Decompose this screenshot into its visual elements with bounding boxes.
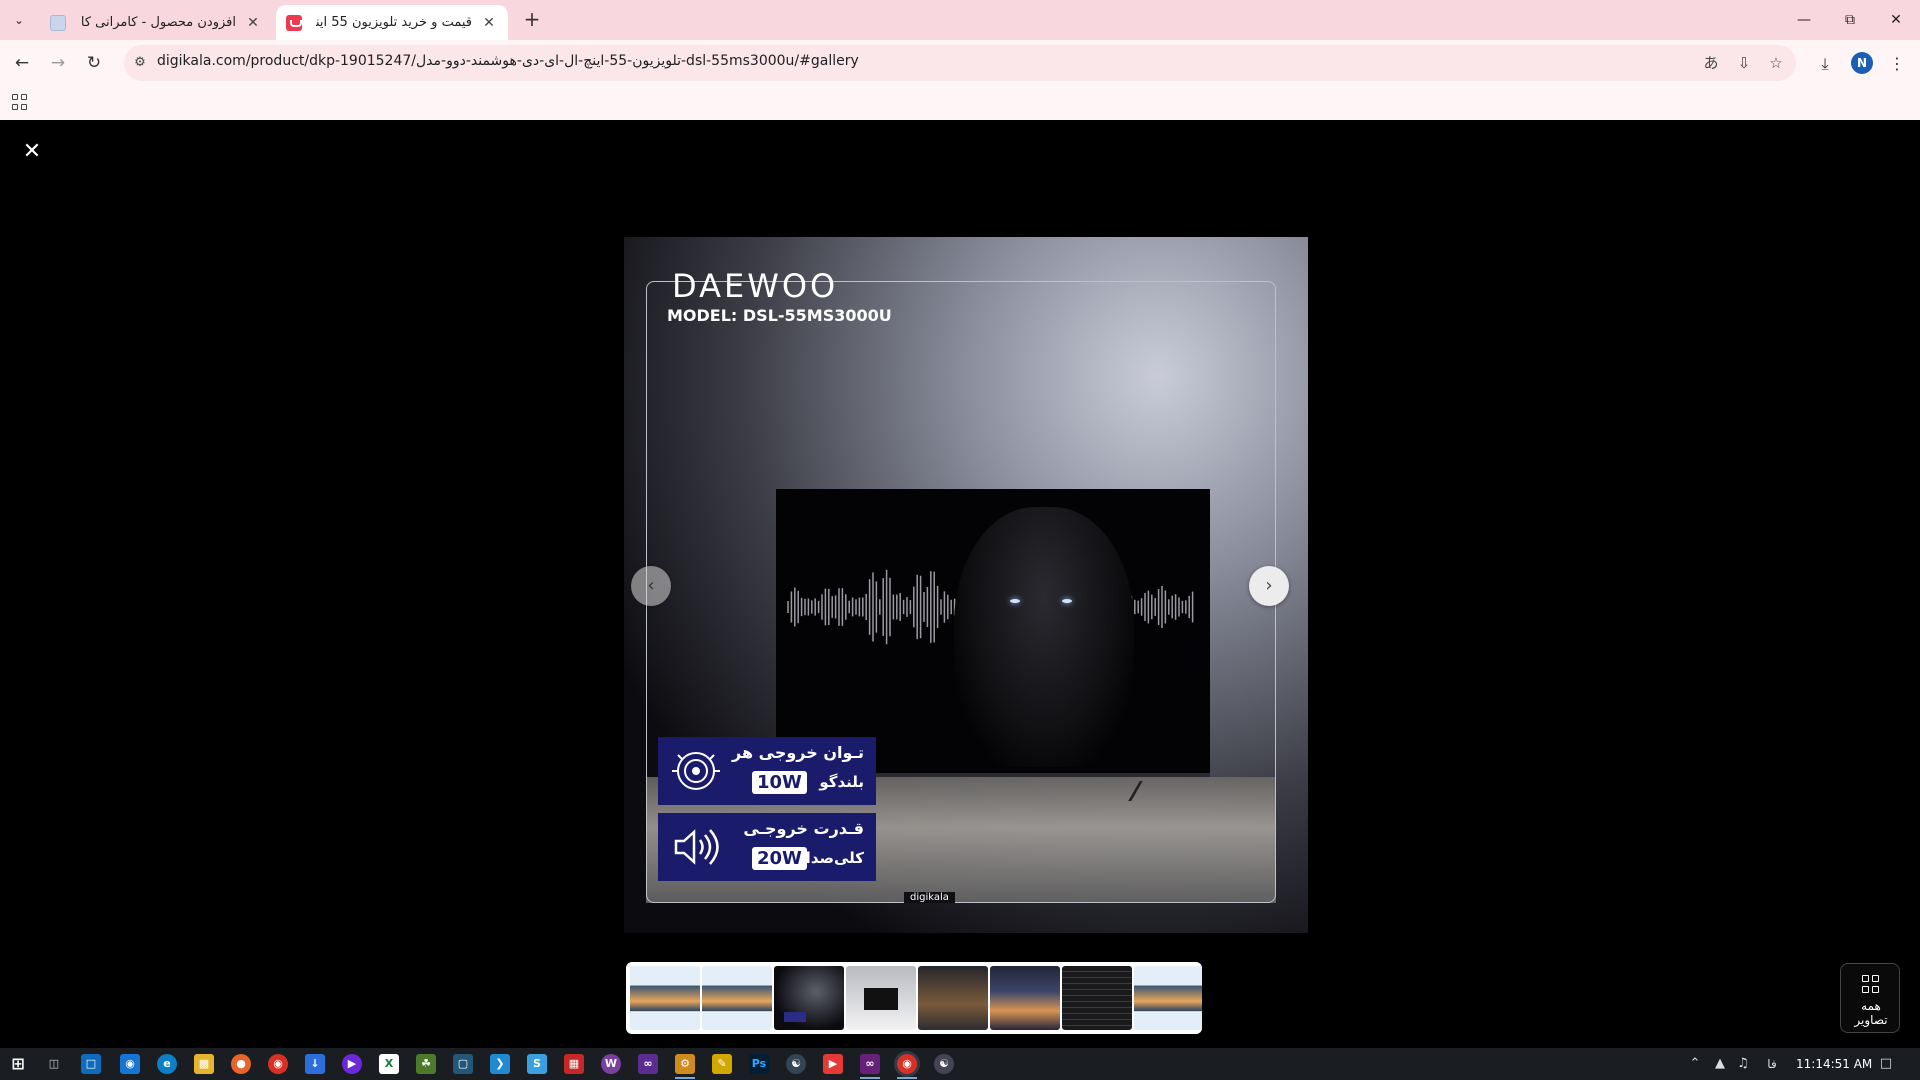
close-icon[interactable]: ✕: [20, 140, 44, 164]
next-image-button[interactable]: ›: [1249, 566, 1289, 606]
spec-speaker-power: تـوان خروجی هر بلندگو 10W: [658, 737, 876, 805]
tab-add-product[interactable]: افزودن محصول - کامرانی کالا ✕: [40, 5, 272, 40]
thumbnail-4[interactable]: [846, 966, 916, 1030]
close-icon[interactable]: ✕: [244, 14, 262, 32]
app-icon[interactable]: ✎: [712, 1054, 732, 1074]
install-app-icon[interactable]: ⇩: [1733, 52, 1755, 74]
brand-logo: DAEWOO: [672, 267, 839, 305]
minimize-button[interactable]: —: [1782, 6, 1826, 34]
app-icon[interactable]: ☯: [786, 1054, 806, 1074]
bookmarks-bar: [0, 84, 1920, 120]
close-window-button[interactable]: ✕: [1874, 6, 1918, 34]
vscode-icon[interactable]: ❯: [490, 1054, 510, 1074]
windows-start-icon[interactable]: ⊞: [8, 1054, 28, 1074]
app-icon[interactable]: S: [527, 1054, 547, 1074]
thumbnail-6[interactable]: [990, 966, 1060, 1030]
tab-search-icon[interactable]: ⌄: [6, 8, 32, 32]
thumbnail-5[interactable]: [918, 966, 988, 1030]
speaker-target-icon: [672, 752, 720, 790]
app-icon[interactable]: ☯: [934, 1054, 954, 1074]
app-icon[interactable]: ▢: [453, 1054, 473, 1074]
volume-speaker-icon: [674, 829, 719, 865]
restore-button[interactable]: ⧉: [1828, 6, 1872, 34]
digikala-watermark: digikala: [904, 892, 955, 903]
active-app-indicator: [675, 1077, 695, 1079]
bookmark-star-icon[interactable]: ☆: [1765, 52, 1787, 74]
visual-studio-icon[interactable]: ∞: [638, 1054, 658, 1074]
visual-studio-icon[interactable]: ∞: [860, 1054, 880, 1074]
menu-kebab-icon[interactable]: ⋮: [1885, 52, 1909, 76]
spec-total-sound-power: قـدرت خروجـی کلی‌صدا 20W: [658, 813, 876, 881]
thumbnail-strip: [626, 962, 1202, 1034]
spec-value: 20W: [752, 847, 807, 870]
notifications-icon[interactable]: □: [1876, 1054, 1896, 1074]
chevron-left-icon: ‹: [647, 575, 655, 596]
spec-line1: تـوان خروجی هر: [732, 743, 864, 762]
chevron-right-icon: ›: [1265, 575, 1273, 596]
thumbnail-2[interactable]: [702, 966, 772, 1030]
app-icon[interactable]: ◉: [120, 1054, 140, 1074]
download-manager-icon[interactable]: ↓: [305, 1054, 325, 1074]
spec-line2: کلی‌صدا: [805, 849, 864, 867]
reload-button[interactable]: ↻: [82, 51, 106, 75]
forward-button[interactable]: →: [46, 51, 70, 75]
chrome-icon[interactable]: ◉: [897, 1054, 917, 1074]
download-icon[interactable]: ⤓: [1813, 52, 1837, 76]
translate-icon[interactable]: あ: [1700, 52, 1722, 74]
app-icon[interactable]: ▦: [564, 1054, 584, 1074]
url-text[interactable]: digikala.com/product/dkp-19015247/تلویزی…: [157, 53, 859, 69]
thumbnail-3[interactable]: [774, 966, 844, 1030]
gallery-main-image: DAEWOO MODEL: DSL-55MS3000U تـوان خروجی …: [624, 237, 1308, 933]
all-photos-label: همه تصاویر: [1854, 999, 1888, 1027]
app-icon[interactable]: ⚙: [675, 1054, 695, 1074]
firefox-icon[interactable]: ●: [231, 1054, 251, 1074]
panther-figure: [954, 507, 1134, 767]
task-view-icon[interactable]: ◫: [44, 1054, 64, 1074]
media-player-icon[interactable]: ▶: [342, 1054, 362, 1074]
grid-icon: [1862, 975, 1880, 993]
active-app-indicator: [897, 1077, 917, 1079]
back-button[interactable]: ←: [10, 51, 34, 75]
page-favicon-icon: [50, 14, 66, 31]
chrome-icon[interactable]: ◉: [268, 1054, 288, 1074]
edge-icon[interactable]: e: [157, 1054, 177, 1074]
tab-digikala-product[interactable]: قیمت و خرید تلویزیون 55 اینچ ال ✕: [276, 5, 508, 40]
apps-grid-icon[interactable]: [10, 92, 30, 112]
taskbar-clock[interactable]: 11:14:51 AM: [1796, 1057, 1872, 1071]
active-app-indicator: [860, 1077, 880, 1079]
volume-icon[interactable]: ♫: [1733, 1054, 1753, 1074]
site-info-icon[interactable]: ⚙: [130, 53, 150, 73]
language-indicator[interactable]: فا: [1762, 1054, 1782, 1074]
close-icon[interactable]: ✕: [480, 14, 498, 32]
windows-taskbar: [0, 1048, 1920, 1080]
thumbnail-7[interactable]: [1062, 966, 1132, 1030]
model-label: MODEL: DSL-55MS3000U: [667, 306, 892, 325]
spec-value: 10W: [752, 771, 807, 794]
network-icon[interactable]: ▲: [1710, 1054, 1730, 1074]
thumbnail-1[interactable]: [630, 966, 700, 1030]
digikala-favicon-icon: [286, 14, 302, 31]
app-icon[interactable]: ▶: [823, 1054, 843, 1074]
show-hidden-icons-icon[interactable]: ⌃: [1685, 1054, 1705, 1074]
previous-image-button[interactable]: ‹: [631, 566, 671, 606]
spec-line1: قـدرت خروجـی: [743, 819, 864, 838]
panther-eye: [1062, 599, 1072, 603]
tab-title: قیمت و خرید تلویزیون 55 اینچ ال: [316, 15, 472, 30]
profile-avatar[interactable]: N: [1851, 52, 1873, 74]
all-photos-button[interactable]: همه تصاویر: [1840, 963, 1900, 1033]
spec-line2: بلندگو: [819, 773, 864, 791]
new-tab-button[interactable]: +: [520, 8, 544, 32]
photoshop-icon[interactable]: Ps: [749, 1054, 769, 1074]
tab-title: افزودن محصول - کامرانی کالا: [80, 15, 236, 30]
excel-icon[interactable]: X: [379, 1054, 399, 1074]
app-icon[interactable]: ☘: [416, 1054, 436, 1074]
app-icon[interactable]: W: [601, 1054, 621, 1074]
store-icon[interactable]: □: [81, 1054, 101, 1074]
panther-eye: [1010, 599, 1020, 603]
file-explorer-icon[interactable]: ▩: [194, 1054, 214, 1074]
thumbnail-8[interactable]: [1134, 966, 1202, 1030]
